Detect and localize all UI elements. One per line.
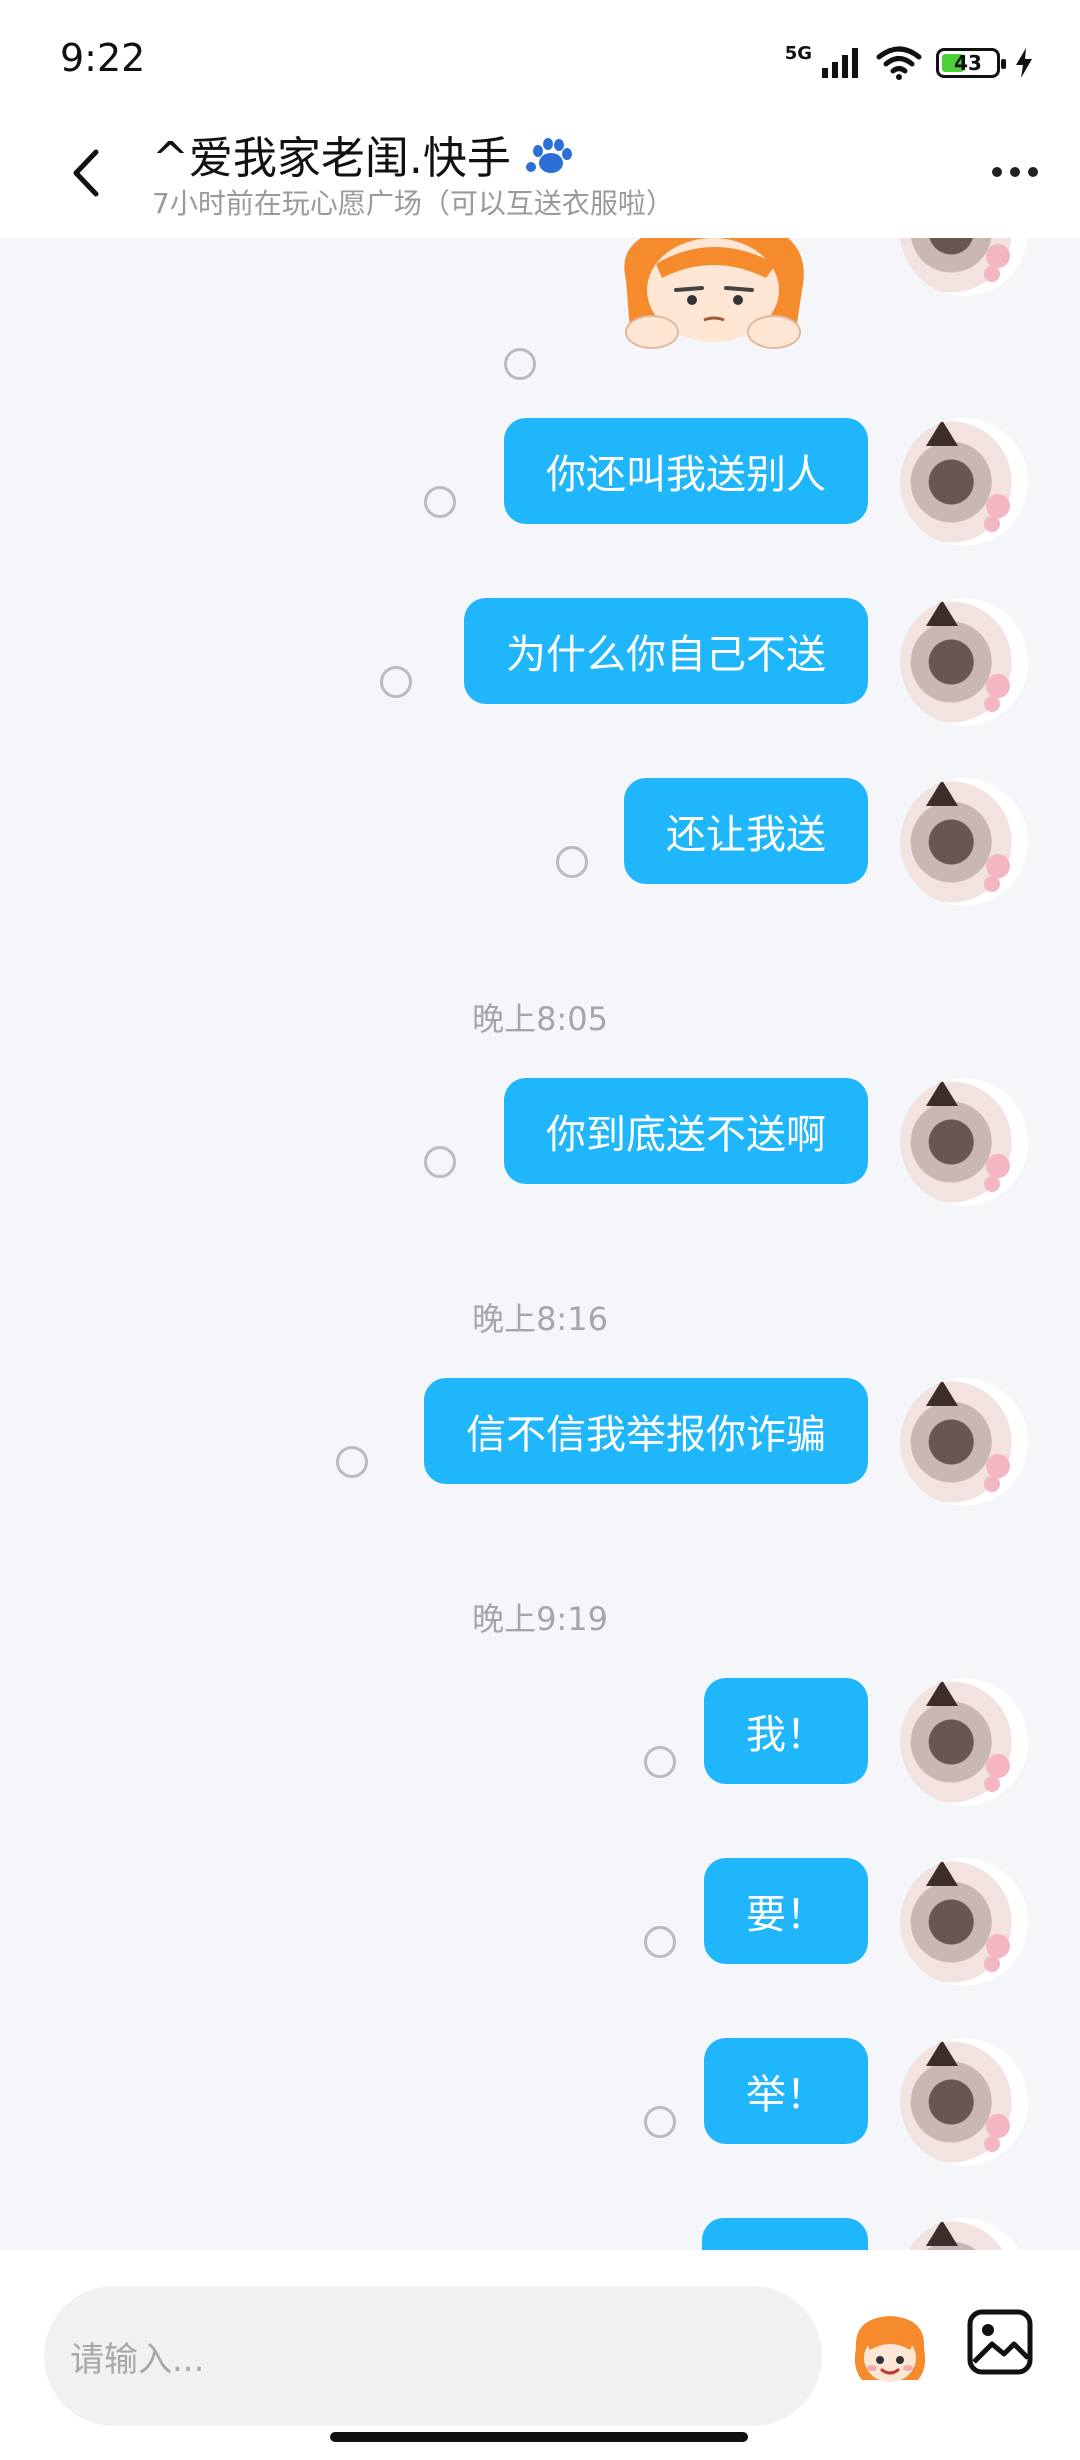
message-row: 还让我送 (0, 774, 1080, 914)
message-bubble[interactable]: 你到底送不送啊 (504, 1078, 868, 1184)
read-status-dot (424, 486, 456, 518)
battery-level: 43 (954, 51, 982, 75)
read-status-dot (644, 1926, 676, 1958)
message-row: 信不信我举报你诈骗 (0, 1374, 1080, 1514)
message-row: 举！ (0, 2034, 1080, 2174)
charging-icon (1016, 48, 1032, 78)
message-row: 你到底送不送啊 (0, 1074, 1080, 1214)
avatar[interactable] (900, 238, 1028, 296)
message-list[interactable]: 你还叫我送别人 为什么你自己不送 还让我送 晚上8:05 你到底送不送啊 晚上8… (0, 238, 1080, 2250)
message-row: 你还叫我送别人 (0, 414, 1080, 554)
message-row: 要！ (0, 1854, 1080, 1994)
read-status-dot (424, 1146, 456, 1178)
avatar[interactable] (900, 418, 1028, 546)
time-divider: 晚上8:05 (472, 1000, 608, 1038)
chat-header: ^爱我家老闺.快手 7小时前在玩心愿广场（可以互送衣服啦） (0, 120, 1080, 238)
message-bubble[interactable]: 你还叫我送别人 (504, 418, 868, 524)
message-bubble[interactable]: 举！ (704, 2038, 868, 2144)
message-bubble[interactable]: 还让我送 (624, 778, 868, 884)
status-bar: 9:22 5G 43 (0, 0, 1080, 120)
message-input[interactable]: 请输入... (44, 2286, 822, 2426)
avatar[interactable] (900, 1678, 1028, 1806)
message-row: 为什么你自己不送 (0, 594, 1080, 734)
time-divider: 晚上8:16 (472, 1300, 608, 1338)
back-arrow-icon (73, 149, 99, 197)
chat-title-row[interactable]: ^爱我家老闺.快手 (152, 122, 575, 186)
more-button[interactable] (980, 152, 1050, 192)
input-bar: 请输入... (0, 2250, 1080, 2460)
read-status-dot (644, 2106, 676, 2138)
image-icon[interactable] (966, 2308, 1034, 2376)
avatar[interactable] (900, 1378, 1028, 1506)
read-status-dot (556, 846, 588, 878)
cartoon-girl-sticker[interactable] (606, 238, 820, 350)
message-bubble[interactable]: 信不信我举报你诈骗 (424, 1378, 868, 1484)
avatar[interactable] (900, 778, 1028, 906)
message-row: 我！ (0, 1674, 1080, 1814)
avatar[interactable] (900, 2218, 1028, 2250)
avatar[interactable] (900, 1858, 1028, 1986)
read-status-dot (336, 1446, 368, 1478)
avatar[interactable] (900, 598, 1028, 726)
back-button[interactable] (50, 138, 120, 208)
chat-title: ^爱我家老闺.快手 (152, 133, 511, 184)
network-type: 5G (784, 42, 812, 64)
avatar[interactable] (900, 1078, 1028, 1206)
battery-indicator: 43 (936, 48, 1006, 78)
time-divider: 晚上9:19 (472, 1600, 608, 1638)
read-status-dot (504, 348, 536, 380)
emoji-icon[interactable] (848, 2308, 932, 2392)
avatar[interactable] (900, 2038, 1028, 2166)
read-status-dot (380, 666, 412, 698)
more-icon (992, 167, 1002, 177)
paw-icon (525, 138, 572, 173)
message-bubble[interactable]: 要！ (704, 1858, 868, 1964)
signal-icon (822, 48, 858, 78)
message-bubble[interactable]: 我！ (704, 1678, 868, 1784)
status-icons: 5G 43 (785, 38, 1034, 88)
read-status-dot (644, 1746, 676, 1778)
message-bubble[interactable]: 为什么你自己不送 (464, 598, 868, 704)
message-row (0, 2214, 1080, 2250)
home-indicator[interactable] (330, 2432, 748, 2442)
message-row (0, 238, 1080, 380)
status-time: 9:22 (60, 36, 146, 80)
message-bubble[interactable] (702, 2218, 868, 2250)
wifi-icon (876, 46, 922, 80)
chat-subtitle: 7小时前在玩心愿广场（可以互送衣服啦） (152, 187, 674, 220)
